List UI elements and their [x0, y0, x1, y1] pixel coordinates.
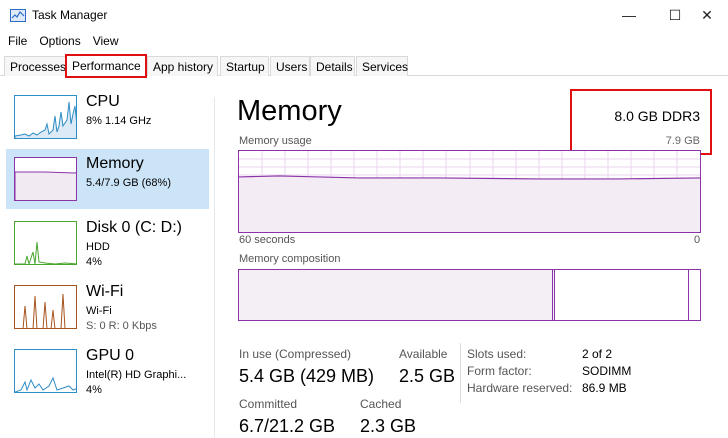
cpu-usage: 8% 1.14 GHz [86, 115, 152, 127]
page-title: Memory [237, 95, 342, 127]
cpu-mini-graph [14, 95, 77, 139]
wifi-title: Wi-Fi [86, 283, 124, 300]
memory-composition-label: Memory composition [239, 253, 341, 265]
memory-composition-bar [238, 269, 701, 321]
form-factor-value: SODIMM [582, 364, 632, 378]
gpu-title: GPU 0 [86, 347, 135, 364]
memory-usage-max: 7.9 GB [665, 135, 700, 147]
committed-label: Committed [239, 397, 298, 411]
resource-item-gpu[interactable]: GPU 0 Intel(R) HD Graphi... 4% [6, 341, 209, 401]
menu-view[interactable]: View [93, 32, 119, 52]
gpu-mini-graph [14, 349, 77, 393]
tab-processes[interactable]: Processes [4, 56, 66, 76]
in-use-value: 5.4 GB (429 MB) [239, 366, 375, 386]
resource-item-memory[interactable]: Memory 5.4/7.9 GB (68%) [6, 149, 209, 209]
disk-type: HDD [86, 241, 110, 253]
wifi-throughput: S: 0 R: 0 Kbps [86, 320, 157, 332]
cached-label: Cached [360, 397, 402, 411]
in-use-label: In use (Compressed) [239, 347, 352, 361]
tab-app-history[interactable]: App history [147, 56, 218, 76]
committed-value: 6.7/21.2 GB [239, 416, 336, 436]
time-axis-start: 60 seconds [239, 234, 296, 246]
disk-mini-graph [14, 221, 77, 265]
tab-startup[interactable]: Startup [220, 56, 269, 76]
wifi-mini-graph [14, 285, 77, 329]
available-value: 2.5 GB [399, 366, 456, 386]
memory-spec: 8.0 GB DDR3 [614, 108, 700, 124]
time-axis-end: 0 [694, 234, 701, 246]
composition-modified [553, 270, 555, 320]
disk-title: Disk 0 (C: D:) [86, 219, 182, 236]
task-manager-icon [10, 9, 26, 22]
resource-item-disk[interactable]: Disk 0 (C: D:) HDD 4% [6, 213, 209, 273]
tab-bar: Processes Performance App history Startu… [0, 54, 728, 78]
menu-options[interactable]: Options [39, 32, 80, 52]
hardware-reserved-label: Hardware reserved: [467, 381, 573, 395]
tab-services[interactable]: Services [356, 56, 408, 76]
hardware-reserved-value: 86.9 MB [582, 381, 627, 395]
minimize-button[interactable]: — [606, 0, 652, 30]
slots-used-label: Slots used: [467, 347, 527, 361]
menu-file[interactable]: File [8, 32, 27, 52]
memory-usage-label: Memory usage [239, 135, 312, 147]
resource-item-wifi[interactable]: Wi-Fi Wi-Fi S: 0 R: 0 Kbps [6, 277, 209, 337]
pane-divider [214, 97, 215, 438]
title-bar: Task Manager — ☐ ✕ [0, 0, 728, 32]
close-button[interactable]: ✕ [684, 0, 728, 30]
memory-usage: 5.4/7.9 GB (68%) [86, 177, 171, 189]
memory-spec-highlight: 8.0 GB DDR3 7.9 GB [570, 89, 712, 155]
cpu-title: CPU [86, 93, 120, 110]
composition-standby [688, 270, 689, 320]
slots-used-value: 2 of 2 [582, 347, 613, 361]
tab-performance[interactable]: Performance [65, 54, 147, 78]
details-divider [460, 343, 461, 403]
form-factor-label: Form factor: [467, 364, 532, 378]
memory-title: Memory [86, 155, 144, 172]
disk-usage: 4% [86, 256, 102, 268]
gpu-usage: 4% [86, 384, 102, 396]
resource-list: CPU 8% 1.14 GHz Memory 5.4/7.9 GB (68%) … [0, 77, 215, 438]
memory-mini-graph [14, 157, 77, 201]
available-label: Available [399, 347, 448, 361]
resource-item-cpu[interactable]: CPU 8% 1.14 GHz [6, 87, 209, 147]
window-title: Task Manager [32, 8, 108, 22]
wifi-adapter: Wi-Fi [86, 305, 112, 317]
menu-bar: File Options View [0, 32, 728, 52]
composition-in-use [239, 270, 553, 320]
gpu-model: Intel(R) HD Graphi... [86, 369, 187, 381]
tab-users[interactable]: Users [270, 56, 310, 76]
cached-value: 2.3 GB [360, 416, 417, 436]
tab-details[interactable]: Details [310, 56, 355, 76]
memory-usage-graph [238, 150, 701, 233]
